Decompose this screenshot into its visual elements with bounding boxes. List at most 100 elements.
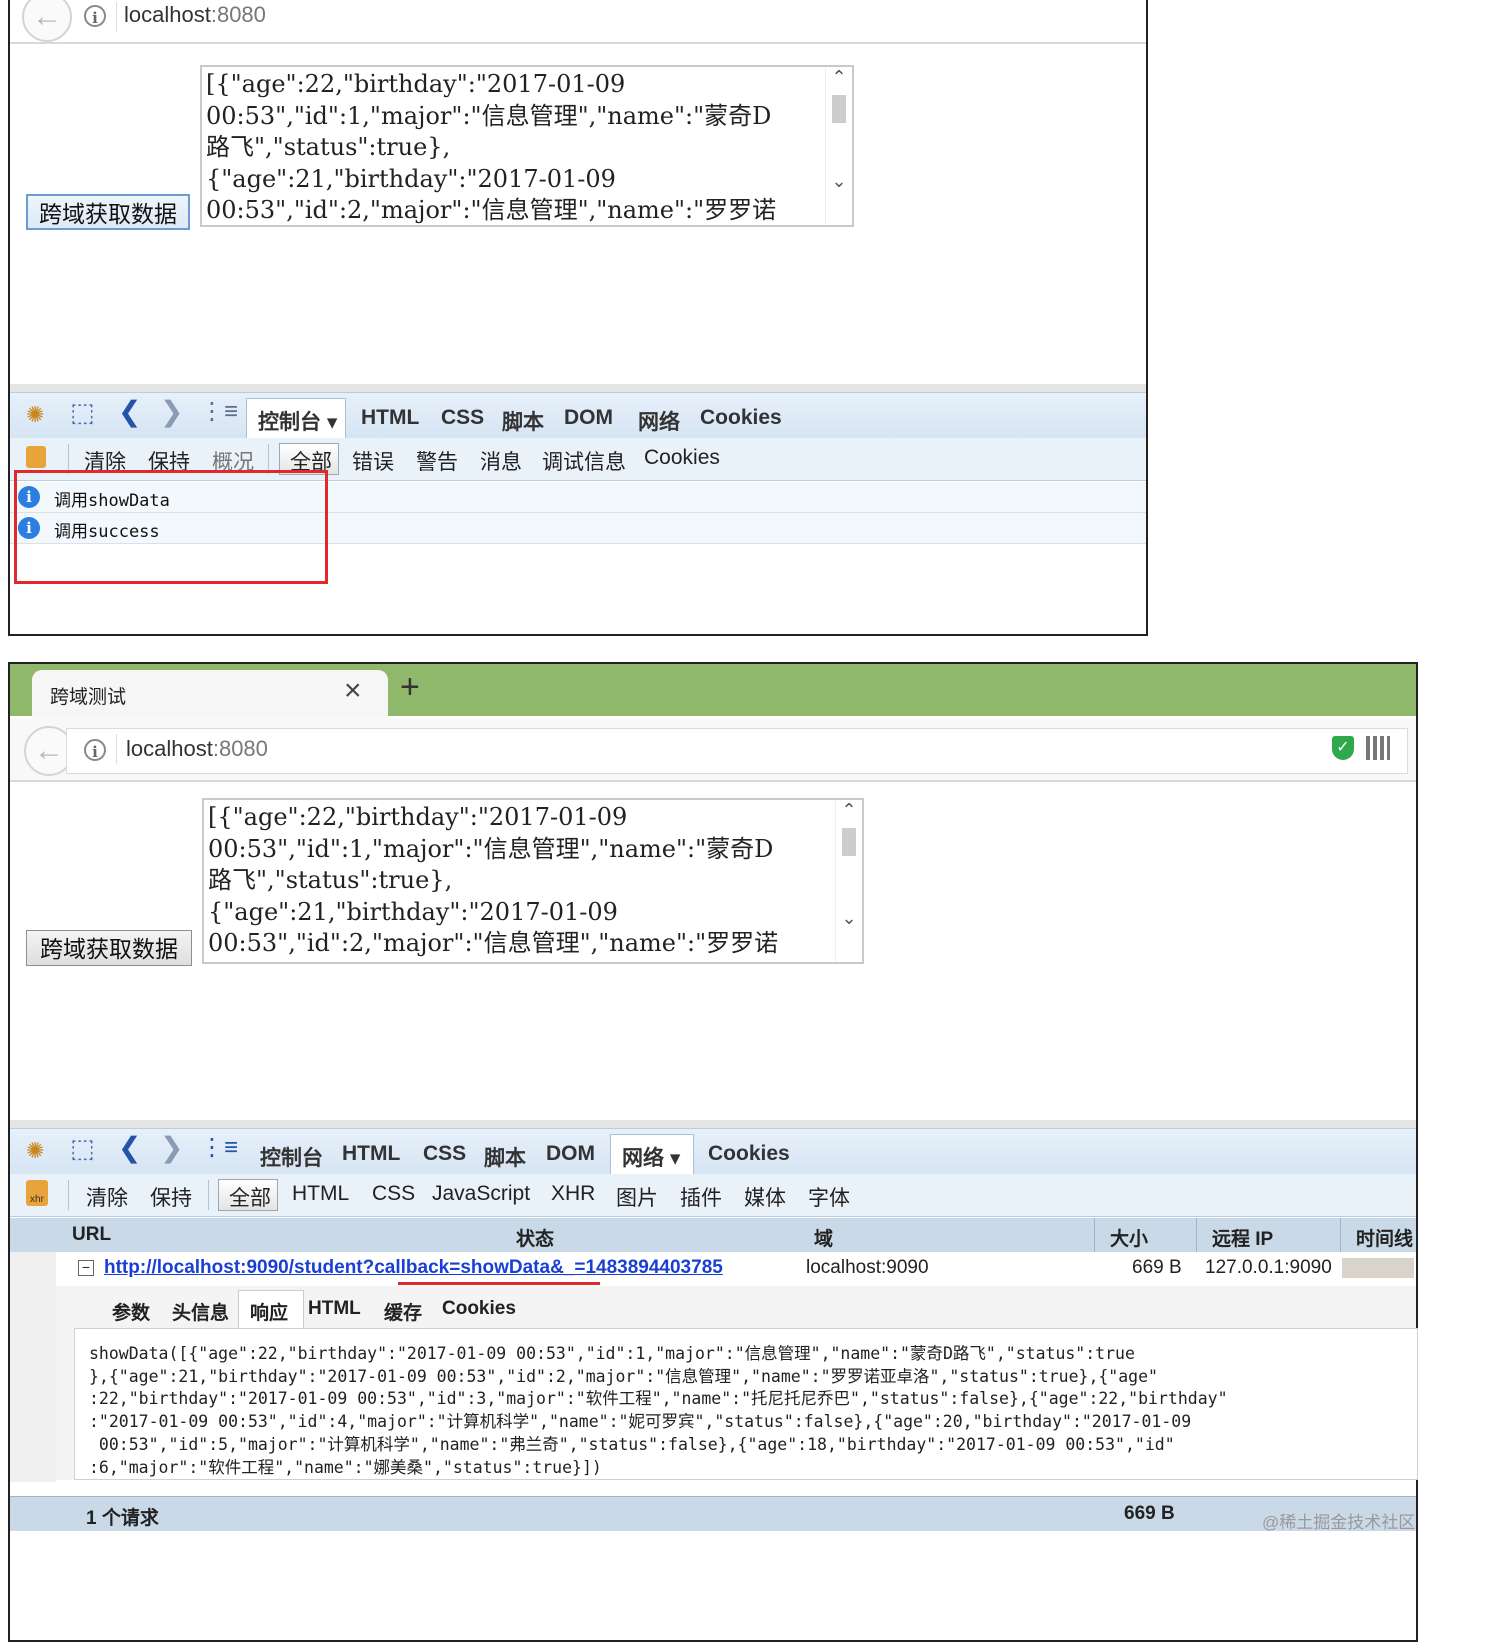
filter-fonts[interactable]: 字体 xyxy=(808,1182,850,1212)
tab-cookies[interactable]: Cookies xyxy=(708,1142,790,1166)
col-size[interactable]: 大小 xyxy=(1110,1224,1148,1251)
top-browser-window: ← i localhost:8080 跨域获取数据 [{"age":22,"bi… xyxy=(8,0,1148,636)
filter-media[interactable]: 媒体 xyxy=(744,1182,786,1212)
firebug-icon[interactable]: ✺ xyxy=(26,1138,44,1164)
filter-plugins[interactable]: 插件 xyxy=(680,1182,722,1212)
fetch-data-button[interactable]: 跨域获取数据 xyxy=(26,930,192,966)
forward-arrow-icon[interactable]: ❯ xyxy=(160,1131,183,1164)
fetch-data-button[interactable]: 跨域获取数据 xyxy=(26,194,190,230)
col-url[interactable]: URL xyxy=(72,1224,111,1246)
col-timeline[interactable]: 时间线 xyxy=(1356,1224,1413,1251)
inspect-icon[interactable]: ⬚ xyxy=(70,397,95,428)
url-field[interactable]: localhost:8080 xyxy=(124,2,266,28)
request-row[interactable]: − http://localhost:9090/student?callback… xyxy=(56,1252,1416,1287)
close-icon[interactable]: × xyxy=(344,674,362,708)
net-summary-bar: 1 个请求 669 B xyxy=(10,1496,1416,1531)
response-panel: showData([{"age":22,"birthday":"2017-01-… xyxy=(74,1328,1418,1480)
col-remote-ip[interactable]: 远程 IP xyxy=(1212,1224,1273,1251)
command-line-icon[interactable]: ⋮≡ xyxy=(200,397,238,426)
tab-script[interactable]: 脚本 xyxy=(484,1142,526,1172)
tab-css[interactable]: CSS xyxy=(423,1142,466,1166)
tab-console[interactable]: 控制台 xyxy=(260,1142,323,1172)
back-button[interactable]: ← xyxy=(22,0,72,42)
detail-tab-cookies[interactable]: Cookies xyxy=(442,1298,516,1320)
filter-javascript[interactable]: JavaScript xyxy=(432,1182,530,1206)
forward-arrow-icon[interactable]: ❯ xyxy=(160,395,183,428)
detail-tab-cache[interactable]: 缓存 xyxy=(384,1298,422,1325)
detail-tab-params[interactable]: 参数 xyxy=(112,1298,150,1325)
filter-css[interactable]: CSS xyxy=(372,1182,415,1206)
back-arrow-icon[interactable]: ❮ xyxy=(118,1131,141,1164)
scroll-up-icon[interactable]: ⌃ xyxy=(830,67,848,88)
tab-net[interactable]: 网络 ▾ xyxy=(622,1142,680,1172)
clear-button[interactable]: 清除 xyxy=(86,1182,128,1212)
detail-tab-html[interactable]: HTML xyxy=(308,1298,361,1320)
filter-debug[interactable]: 调试信息 xyxy=(542,446,626,476)
qr-code-icon[interactable] xyxy=(1366,736,1390,760)
highlight-box xyxy=(14,470,328,584)
tab-dom[interactable]: DOM xyxy=(564,406,613,430)
watermark: @稀土掘金技术社区 xyxy=(1262,1513,1416,1532)
scroll-thumb[interactable] xyxy=(832,95,846,123)
col-status[interactable]: 状态 xyxy=(516,1224,554,1251)
command-line-icon[interactable]: ⋮≡ xyxy=(200,1133,238,1162)
filter-cookies[interactable]: Cookies xyxy=(644,446,720,470)
bottom-address-bar: ← i localhost:8080 ✓ xyxy=(10,718,1416,782)
request-domain: localhost:9090 xyxy=(806,1257,929,1278)
top-address-bar: ← i localhost:8080 xyxy=(10,0,1146,44)
site-info-icon[interactable]: i xyxy=(84,739,106,761)
firebug-main-toolbar: ✺ ⬚ ❮ ❯ ⋮≡ 控制台 HTML CSS 脚本 DOM 网络 ▾ Cook… xyxy=(10,1128,1416,1176)
xhr-icon[interactable]: xhr xyxy=(26,1180,48,1206)
scroll-down-icon[interactable]: ⌄ xyxy=(830,171,848,192)
url-field[interactable]: localhost:8080 xyxy=(126,736,268,762)
browser-tab[interactable]: 跨域测试 × xyxy=(32,670,388,718)
request-size: 669 B xyxy=(1132,1257,1182,1278)
collapse-icon[interactable]: − xyxy=(78,1260,94,1276)
new-tab-icon[interactable]: + xyxy=(400,668,420,707)
textarea-scrollbar[interactable]: ⌃ ⌄ xyxy=(835,800,862,962)
timeline-bar xyxy=(1342,1258,1414,1278)
result-textarea[interactable]: [{"age":22,"birthday":"2017-01-09 00:53"… xyxy=(202,798,864,964)
tab-strip: 跨域测试 × + xyxy=(10,664,1416,718)
tab-console[interactable]: 控制台 ▾ xyxy=(258,406,337,436)
tab-cookies[interactable]: Cookies xyxy=(700,406,782,430)
inspect-icon[interactable]: ⬚ xyxy=(70,1133,95,1164)
total-size: 669 B xyxy=(1124,1503,1175,1524)
filter-images[interactable]: 图片 xyxy=(616,1182,658,1212)
result-textarea[interactable]: [{"age":22,"birthday":"2017-01-09 00:53"… xyxy=(200,65,854,227)
shield-icon[interactable]: ✓ xyxy=(1332,736,1354,760)
detail-tab-headers[interactable]: 头信息 xyxy=(172,1298,229,1325)
textarea-scrollbar[interactable]: ⌃ ⌄ xyxy=(825,67,852,225)
tab-css[interactable]: CSS xyxy=(441,406,484,430)
firebug-icon[interactable]: ✺ xyxy=(26,402,44,428)
filter-all[interactable]: 全部 xyxy=(229,1182,271,1212)
firebug-main-toolbar: ✺ ⬚ ❮ ❯ ⋮≡ 控制台 ▾ HTML CSS 脚本 DOM 网络 Cook… xyxy=(10,392,1146,440)
tab-html[interactable]: HTML xyxy=(342,1142,400,1166)
back-arrow-icon[interactable]: ❮ xyxy=(118,395,141,428)
request-remote-ip: 127.0.0.1:9090 xyxy=(1205,1257,1332,1278)
net-toolbar: xhr 清除 保持 全部 HTML CSS JavaScript XHR 图片 … xyxy=(10,1174,1416,1217)
scroll-up-icon[interactable]: ⌃ xyxy=(840,800,858,821)
filter-info[interactable]: 消息 xyxy=(480,446,522,476)
request-count: 1 个请求 xyxy=(86,1508,159,1529)
tab-dom[interactable]: DOM xyxy=(546,1142,595,1166)
console-filter-icon[interactable] xyxy=(26,446,46,468)
textarea-content: [{"age":22,"birthday":"2017-01-09 00:53"… xyxy=(206,70,777,224)
persist-button[interactable]: 保持 xyxy=(150,1182,192,1212)
scroll-down-icon[interactable]: ⌄ xyxy=(840,908,858,929)
site-info-icon[interactable]: i xyxy=(84,5,106,27)
filter-warnings[interactable]: 警告 xyxy=(416,446,458,476)
filter-html[interactable]: HTML xyxy=(292,1182,349,1206)
filter-xhr[interactable]: XHR xyxy=(551,1182,595,1206)
scroll-thumb[interactable] xyxy=(842,828,856,856)
net-column-header: URL 状态 域 大小 远程 IP 时间线 xyxy=(10,1218,1416,1253)
request-url[interactable]: http://localhost:9090/student?callback=s… xyxy=(104,1257,723,1279)
tab-html[interactable]: HTML xyxy=(361,406,419,430)
tab-script[interactable]: 脚本 xyxy=(502,406,544,436)
col-domain[interactable]: 域 xyxy=(814,1224,833,1251)
highlight-underline xyxy=(398,1282,600,1285)
filter-errors[interactable]: 错误 xyxy=(352,446,394,476)
tab-net[interactable]: 网络 xyxy=(638,406,680,436)
response-body: showData([{"age":22,"birthday":"2017-01-… xyxy=(89,1344,1228,1477)
detail-tab-response[interactable]: 响应 xyxy=(250,1298,288,1325)
